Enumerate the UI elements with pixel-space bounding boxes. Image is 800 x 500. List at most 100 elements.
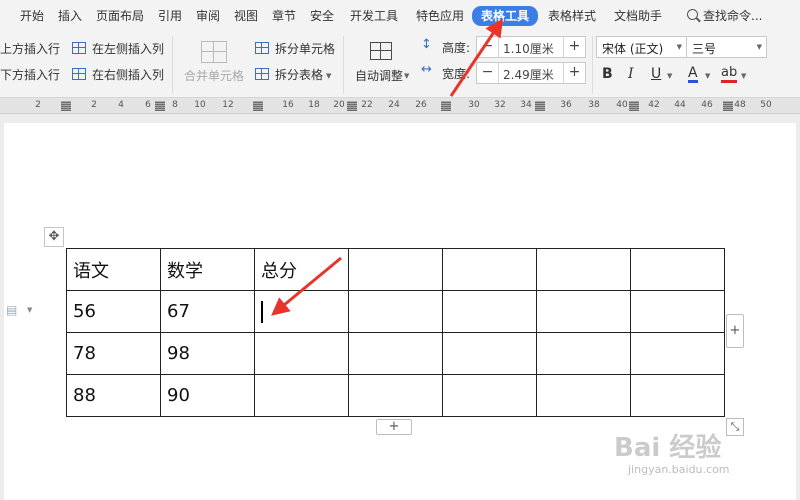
font-size-select[interactable]: 三号 ▼ xyxy=(686,36,767,58)
insert-above-button[interactable]: 上方插入行 xyxy=(0,41,60,57)
table-resize-handle-icon[interactable]: ⤡ xyxy=(726,418,744,436)
menu-features[interactable]: 特色应用 xyxy=(416,7,464,25)
table-cell[interactable] xyxy=(348,248,443,291)
highlight-caret-icon[interactable]: ▼ xyxy=(741,72,746,80)
width-value[interactable]: 2.49厘米 xyxy=(503,66,554,83)
bold-icon[interactable]: B xyxy=(602,66,613,82)
ruler-tick: 2 xyxy=(35,100,41,110)
table-cell[interactable] xyxy=(442,290,537,333)
search-icon[interactable] xyxy=(687,9,698,20)
table-cell[interactable] xyxy=(254,332,349,375)
ruler-tick: 4 xyxy=(118,100,124,110)
menu-chapter[interactable]: 章节 xyxy=(272,7,296,25)
search-command[interactable]: 查找命令... xyxy=(703,7,762,25)
ruler-tick: 24 xyxy=(388,100,400,110)
table-cell[interactable]: 88 xyxy=(66,374,161,417)
table-cell[interactable]: 总分 xyxy=(254,248,349,291)
ruler-column-marker[interactable] xyxy=(347,101,357,111)
split-cells-button[interactable]: 拆分单元格 xyxy=(275,41,335,57)
ruler-tick: 20 xyxy=(333,100,345,110)
width-stepper[interactable]: − 2.49厘米 + xyxy=(476,62,586,84)
table-cell[interactable] xyxy=(442,332,537,375)
table-cell[interactable] xyxy=(630,374,725,417)
menu-insert[interactable]: 插入 xyxy=(58,7,82,25)
height-stepper[interactable]: − 1.10厘米 + xyxy=(476,36,586,58)
table-cell[interactable] xyxy=(630,290,725,333)
ribbon-separator xyxy=(343,36,344,94)
ruler-column-marker[interactable] xyxy=(155,101,165,111)
menu-view[interactable]: 视图 xyxy=(234,7,258,25)
table-cell[interactable]: 67 xyxy=(160,290,255,333)
table-cell[interactable]: 语文 xyxy=(66,248,161,291)
insert-below-button[interactable]: 下方插入行 xyxy=(0,67,60,83)
menu-references[interactable]: 引用 xyxy=(158,7,182,25)
ruler-column-marker[interactable] xyxy=(441,101,451,111)
merge-cells-button[interactable]: 合并单元格 xyxy=(184,68,244,84)
ruler[interactable]: 2 2 4 6 8 10 12 16 18 20 22 24 26 30 32 … xyxy=(0,98,800,114)
table-cell[interactable] xyxy=(348,332,443,375)
table-cell[interactable] xyxy=(348,290,443,333)
insert-right-icon xyxy=(72,68,86,80)
table-cell[interactable]: 90 xyxy=(160,374,255,417)
height-increment-button[interactable]: + xyxy=(563,37,585,57)
ruler-column-marker[interactable] xyxy=(253,101,263,111)
table-cell[interactable] xyxy=(536,248,631,291)
table-cell[interactable] xyxy=(348,374,443,417)
ruler-tick: 34 xyxy=(520,100,532,110)
ribbon-separator xyxy=(592,36,593,94)
font-name-select[interactable]: 宋体 (正文) ▼ xyxy=(596,36,687,58)
ruler-column-marker[interactable] xyxy=(629,101,639,111)
table-cell[interactable]: 56 xyxy=(66,290,161,333)
table-cell[interactable]: 数学 xyxy=(160,248,255,291)
add-column-button[interactable]: + xyxy=(726,314,744,348)
table-cell[interactable] xyxy=(442,374,537,417)
ruler-tick: 8 xyxy=(172,100,178,110)
font-color-caret-icon[interactable]: ▼ xyxy=(705,72,710,80)
document-table[interactable]: 语文 数学 总分 56 67 78 98 88 90 xyxy=(66,248,725,417)
menu-doc-assistant[interactable]: 文档助手 xyxy=(614,7,662,25)
table-cell[interactable] xyxy=(536,290,631,333)
table-cell[interactable] xyxy=(442,248,537,291)
split-table-caret-icon[interactable]: ▼ xyxy=(326,72,331,80)
underline-icon[interactable]: U xyxy=(651,66,661,82)
font-color-icon[interactable]: A xyxy=(688,66,698,83)
table-cell[interactable] xyxy=(630,332,725,375)
insert-left-button[interactable]: 在左侧插入列 xyxy=(92,41,164,57)
height-decrement-button[interactable]: − xyxy=(477,37,499,57)
add-row-button[interactable]: + xyxy=(376,419,412,435)
menu-start[interactable]: 开始 xyxy=(20,7,44,25)
font-name-caret-icon: ▼ xyxy=(676,43,682,51)
table-cell[interactable]: 78 xyxy=(66,332,161,375)
ruler-column-marker[interactable] xyxy=(723,101,733,111)
menu-table-style[interactable]: 表格样式 xyxy=(548,7,596,25)
menu-page-layout[interactable]: 页面布局 xyxy=(96,7,144,25)
menu-security[interactable]: 安全 xyxy=(310,7,334,25)
table-cell[interactable] xyxy=(536,332,631,375)
menu-developer[interactable]: 开发工具 xyxy=(350,7,398,25)
ruler-tick: 26 xyxy=(415,100,427,110)
paragraph-menu-caret-icon[interactable]: ▼ xyxy=(27,306,32,314)
table-row: 56 67 xyxy=(66,290,725,333)
split-table-button[interactable]: 拆分表格 xyxy=(275,67,323,83)
auto-fit-caret-icon[interactable]: ▼ xyxy=(404,72,409,80)
split-table-icon xyxy=(255,68,269,80)
table-cell[interactable]: 98 xyxy=(160,332,255,375)
menu-review[interactable]: 审阅 xyxy=(196,7,220,25)
height-value[interactable]: 1.10厘米 xyxy=(503,40,554,57)
menu-table-tools[interactable]: 表格工具 xyxy=(472,6,539,26)
ruler-column-marker[interactable] xyxy=(61,101,71,111)
width-increment-button[interactable]: + xyxy=(563,63,585,83)
insert-right-button[interactable]: 在右侧插入列 xyxy=(92,67,164,83)
table-move-handle-icon[interactable]: ✥ xyxy=(44,227,64,247)
table-cell[interactable] xyxy=(536,374,631,417)
table-cell[interactable] xyxy=(630,248,725,291)
auto-fit-button[interactable]: 自动调整 xyxy=(355,68,403,84)
table-cell[interactable] xyxy=(254,374,349,417)
table-cell-active[interactable] xyxy=(254,290,349,333)
ruler-column-marker[interactable] xyxy=(535,101,545,111)
highlight-icon[interactable]: ab xyxy=(721,66,738,83)
italic-icon[interactable]: I xyxy=(628,66,634,82)
underline-caret-icon[interactable]: ▼ xyxy=(667,72,672,80)
paragraph-menu-icon[interactable]: ▤ xyxy=(6,303,17,317)
width-decrement-button[interactable]: − xyxy=(477,63,499,83)
